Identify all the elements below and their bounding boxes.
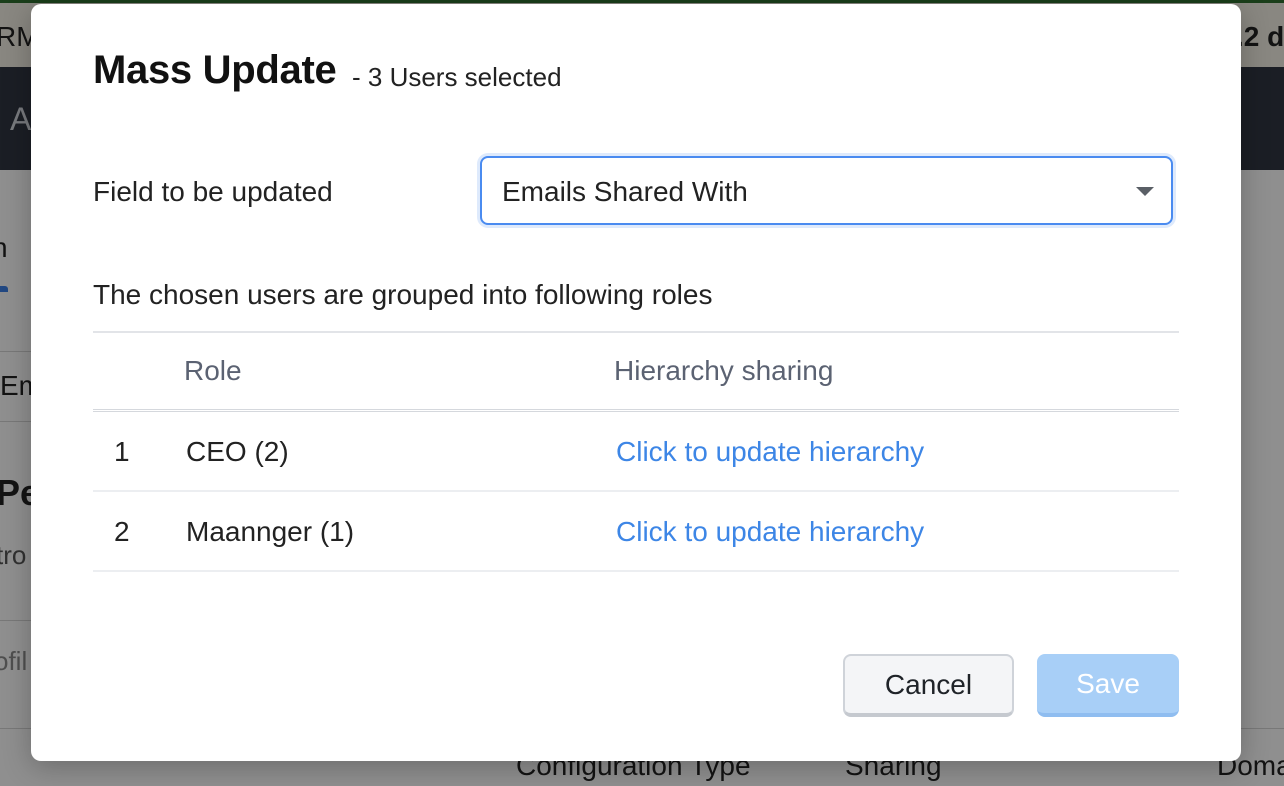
save-button[interactable]: Save (1037, 654, 1179, 717)
table-row: 2 Maannger (1) Click to update hierarchy (93, 492, 1179, 572)
update-hierarchy-link[interactable]: Click to update hierarchy (616, 436, 924, 468)
row-role: CEO (2) (186, 436, 289, 467)
cancel-button[interactable]: Cancel (843, 654, 1014, 717)
roles-table: Role Hierarchy sharing 1 CEO (2) Click t… (93, 331, 1179, 572)
selected-count: - 3 Users selected (352, 62, 562, 92)
header-hierarchy-sharing: Hierarchy sharing (614, 355, 834, 386)
field-label: Field to be updated (93, 176, 333, 207)
table-row: 1 CEO (2) Click to update hierarchy (93, 412, 1179, 492)
update-hierarchy-link[interactable]: Click to update hierarchy (616, 516, 924, 548)
table-header: Role Hierarchy sharing (93, 331, 1179, 412)
row-role: Maannger (1) (186, 516, 355, 547)
row-index: 1 (114, 436, 130, 467)
row-index: 2 (114, 516, 130, 547)
field-select-value: Emails Shared With (502, 176, 748, 207)
caret-down-icon (1136, 187, 1154, 196)
mass-update-dialog: Mass Update - 3 Users selected Field to … (31, 4, 1241, 761)
dialog-title: Mass Update (93, 48, 337, 92)
header-role: Role (184, 355, 242, 386)
roles-description: The chosen users are grouped into follow… (93, 279, 713, 310)
field-select[interactable]: Emails Shared With (480, 156, 1173, 225)
